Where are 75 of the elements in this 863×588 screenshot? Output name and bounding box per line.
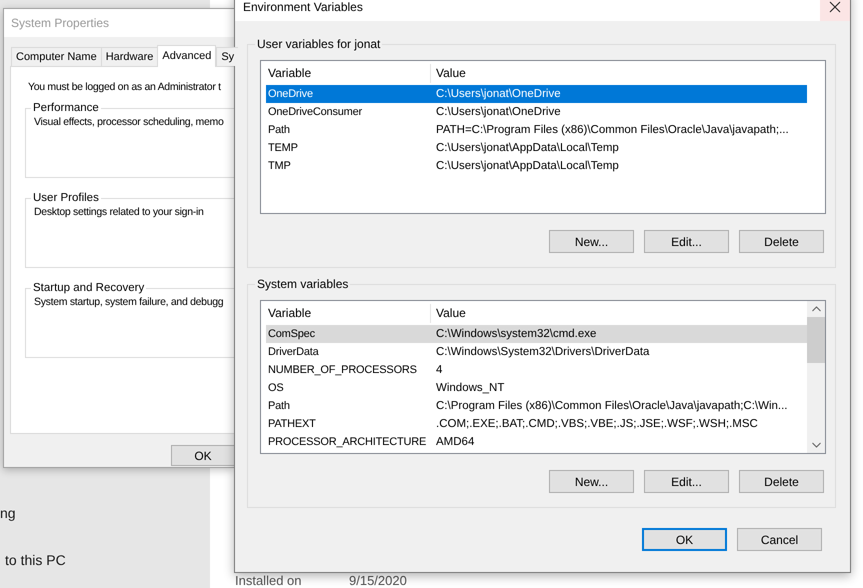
column-header[interactable]: Variable <box>266 64 430 83</box>
table-cell-text: TMP <box>267 159 292 174</box>
tab[interactable]: Sy <box>216 47 238 66</box>
table-cell-text: C:\Users\jonat\OneDrive <box>436 105 562 120</box>
ok-button[interactable]: OK <box>171 445 234 466</box>
group-title: User Profiles <box>32 192 100 204</box>
list-row[interactable]: PROCESSOR_ARCHITECTURE AMD64 <box>266 433 807 451</box>
list-row[interactable]: Path PATH=C:\Program Files (x86)\Common Files\Oracle\Java\javapath;... <box>266 121 807 139</box>
table-cell-text: C:\Windows\System32\Drivers\DriverData <box>436 345 650 360</box>
column-header[interactable]: Variable <box>266 304 430 323</box>
field-value: 9/15/2020 <box>349 573 407 588</box>
action-button[interactable]: Delete <box>739 230 824 253</box>
list-row[interactable]: ComSpec C:\Windows\system32\cmd.exe <box>266 325 807 343</box>
table-cell-text: Path <box>267 123 291 138</box>
close-icon <box>829 0 841 12</box>
tab[interactable]: Hardware <box>100 47 158 66</box>
list-row[interactable]: OneDriveConsumer C:\Users\jonat\OneDrive <box>266 103 807 121</box>
close-button[interactable] <box>820 0 850 21</box>
tab[interactable]: Computer Name <box>11 47 101 66</box>
scroll-thumb[interactable] <box>807 317 825 363</box>
sidebar-text: ng <box>0 505 17 522</box>
tab[interactable]: Advanced <box>157 45 216 67</box>
action-button[interactable]: Edit... <box>644 230 729 253</box>
group-title: System variables <box>256 277 350 291</box>
table-cell-text: PATH=C:\Program Files (x86)\Common Files\Oracle\Java\javapath;... <box>436 123 790 138</box>
table-cell-text: C:\Windows\system32\cmd.exe <box>436 327 598 342</box>
variable-list[interactable] <box>260 300 826 454</box>
table-cell-text: C:\Users\jonat\AppData\Local\Temp <box>436 159 620 174</box>
action-button[interactable]: New... <box>549 230 634 253</box>
dialog-button[interactable]: OK <box>642 528 727 551</box>
dialog-button[interactable]: Cancel <box>737 528 822 551</box>
table-cell-text: Windows_NT <box>436 381 506 396</box>
table-cell-text: 4 <box>436 363 444 378</box>
list-row[interactable]: NUMBER_OF_PROCESSORS 4 <box>266 361 807 379</box>
table-cell-text: AMD64 <box>436 435 476 450</box>
window-title: System Properties <box>11 16 110 30</box>
table-cell-text: PROCESSOR_ARCHITECTURE <box>267 435 428 450</box>
window-title: Environment Variables <box>243 0 364 14</box>
column-header[interactable]: Value <box>430 64 807 83</box>
action-button[interactable]: Delete <box>739 470 824 493</box>
chevron-down-icon <box>812 442 820 448</box>
action-button[interactable]: Edit... <box>644 470 729 493</box>
table-cell-text: OneDriveConsumer <box>267 105 364 120</box>
list-row[interactable]: OneDrive C:\Users\jonat\OneDrive <box>266 85 807 103</box>
group-title: User variables for jonat <box>256 37 382 51</box>
variable-list[interactable] <box>260 60 826 214</box>
table-cell-text: TEMP <box>267 141 299 156</box>
group-description: Visual effects, processor scheduling, memo <box>34 116 225 128</box>
table-cell-text: .COM;.EXE;.BAT;.CMD;.VBS;.VBE;.JS;.JSE;.WSF;.WSH;.MSC <box>436 417 759 432</box>
table-cell-text: C:\Program Files (x86)\Common Files\Oracle\Java\javapath;C:\Win... <box>436 399 788 414</box>
group-title: Startup and Recovery <box>32 282 146 294</box>
table-cell-text: OS <box>267 381 284 396</box>
list-row[interactable]: Path C:\Program Files (x86)\Common Files\Oracle\Java\javapath;C:\Win... <box>266 397 807 415</box>
group-description: System startup, system failure, and debugg <box>34 296 224 308</box>
table-cell-text: PATHEXT <box>267 417 317 432</box>
list-row[interactable]: DriverData C:\Windows\System32\Drivers\DriverData <box>266 343 807 361</box>
chevron-up-icon <box>812 306 820 312</box>
list-row[interactable]: PATHEXT .COM;.EXE;.BAT;.CMD;.VBS;.VBE;.JS;.JSE;.WSF;.WSH;.MSC <box>266 415 807 433</box>
notice-text: You must be logged on as an Administrator t <box>28 81 222 93</box>
list-row[interactable]: TEMP C:\Users\jonat\AppData\Local\Temp <box>266 139 807 157</box>
table-cell-text: NUMBER_OF_PROCESSORS <box>267 363 418 378</box>
table-cell-text: DriverData <box>267 345 320 360</box>
sidebar-text: to this PC <box>5 552 67 569</box>
table-cell-text: ComSpec <box>267 327 316 342</box>
group-title: Performance <box>32 102 100 114</box>
scrollbar[interactable] <box>807 301 825 453</box>
field-label: Installed on <box>235 573 302 588</box>
table-cell-text: OneDrive <box>267 87 314 102</box>
action-button[interactable]: New... <box>549 470 634 493</box>
table-cell-text: Path <box>267 399 291 414</box>
group-description: Desktop settings related to your sign-in <box>34 206 205 218</box>
list-row[interactable]: OS Windows_NT <box>266 379 807 397</box>
table-cell-text: C:\Users\jonat\AppData\Local\Temp <box>436 141 620 156</box>
table-cell-text: C:\Users\jonat\OneDrive <box>436 87 562 102</box>
list-row[interactable]: TMP C:\Users\jonat\AppData\Local\Temp <box>266 157 807 175</box>
